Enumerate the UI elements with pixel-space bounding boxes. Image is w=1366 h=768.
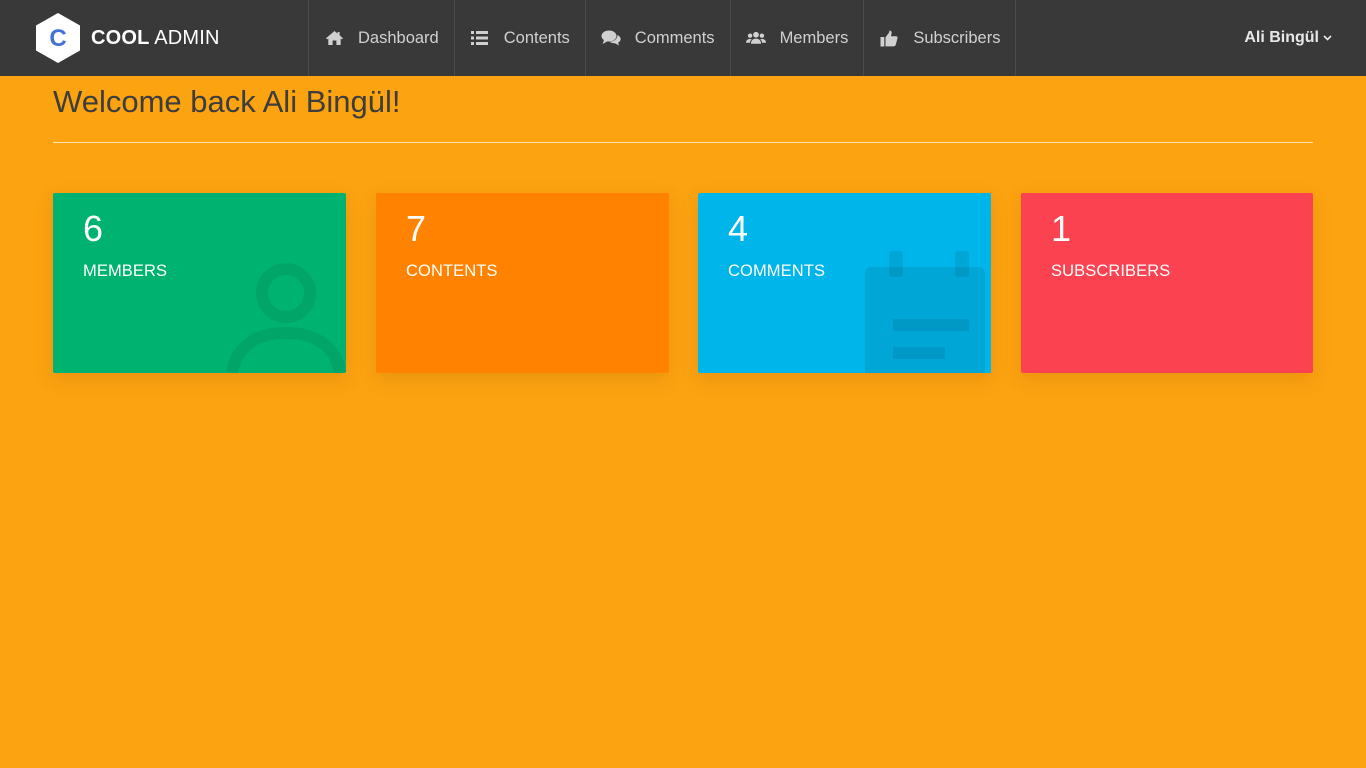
stat-card-contents[interactable]: 7 CONTENTS [376,193,669,373]
user-icon [226,263,346,373]
nav-item-comments[interactable]: Comments [584,0,730,76]
stat-label: MEMBERS [83,262,168,280]
svg-text:C: C [49,25,66,52]
brand-logo-link[interactable]: C COOL ADMIN [34,12,220,64]
nav-item-contents[interactable]: Contents [453,0,585,76]
nav-item-members[interactable]: Members [729,0,864,76]
nav-item-label: Contents [503,28,570,47]
brand-name: COOL ADMIN [91,27,220,50]
stat-value: 7 [406,208,427,249]
stat-value: 6 [83,208,104,249]
top-navbar: C COOL ADMIN Dashboard Contents Comments… [0,0,1366,76]
stat-card-members[interactable]: 6 MEMBERS [53,193,346,373]
home-icon [324,29,344,47]
stat-label: COMMENTS [728,262,826,280]
logo-hexagon-icon: C [34,12,82,64]
comments-icon [601,29,621,47]
page-title: Welcome back Ali Bingül! [53,84,401,119]
nav-item-label: Dashboard [358,28,439,47]
stat-card-comments[interactable]: 4 COMMENTS [698,193,991,373]
stat-label: SUBSCRIBERS [1051,262,1171,280]
stat-value: 1 [1051,208,1072,249]
user-menu-dropdown[interactable]: Ali Bingül [1244,0,1332,76]
nav-item-subscribers[interactable]: Subscribers [863,0,1017,76]
stat-label: CONTENTS [406,262,498,280]
nav-item-label: Members [779,28,849,47]
brand-name-light: ADMIN [154,26,220,49]
user-name: Ali Bingül [1244,29,1319,46]
list-icon [470,29,490,47]
nav-item-label: Subscribers [913,28,1001,47]
title-divider [53,142,1313,143]
users-icon [745,29,766,47]
nav-item-dashboard[interactable]: Dashboard [308,0,454,76]
stat-card-subscribers[interactable]: 1 SUBSCRIBERS [1021,193,1313,373]
main-nav: Dashboard Contents Comments Members Subs… [308,0,1017,76]
thumbs-up-icon [879,29,899,47]
stat-value: 4 [728,208,749,249]
brand-name-bold: COOL [91,26,150,49]
calendar-icon [859,247,991,373]
chevron-down-icon [1323,35,1332,41]
nav-item-label: Comments [634,28,715,47]
